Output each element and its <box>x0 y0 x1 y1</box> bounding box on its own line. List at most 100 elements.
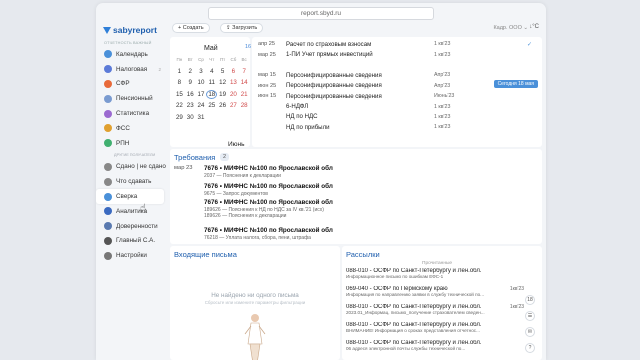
sidebar-item-items4[interactable]: Статистика <box>96 106 168 121</box>
calendar-month: Май <box>204 45 218 52</box>
sidebar-item-items26[interactable]: Настройки <box>96 248 168 263</box>
sidebar-item-label: Главный С.А. <box>116 237 156 245</box>
sidebar-item-items24[interactable]: Доверенности <box>96 219 168 234</box>
sidebar-item-icon <box>104 139 112 148</box>
event-row[interactable]: июн 15 Персонифицированные сведения Июнь'2… <box>258 91 538 101</box>
calendar-badge: 16 <box>244 44 252 50</box>
calendar-day[interactable]: 5 <box>217 68 228 75</box>
app-logo[interactable]: sabyreport <box>103 25 157 35</box>
calendar-weekday: Пт <box>219 57 226 63</box>
calendar-day[interactable]: 16 <box>185 91 196 98</box>
notifications-button[interactable]: 18 <box>525 295 535 305</box>
calendar-day[interactable]: 30 <box>185 114 196 121</box>
event-row[interactable]: апр 25 Расчет по страховым взносам 1 кв'23 <box>258 39 538 49</box>
calendar-day[interactable]: 17 <box>196 91 207 98</box>
event-date: апр 25 <box>258 41 276 48</box>
calendar-day[interactable]: 19 <box>217 91 228 98</box>
company-select[interactable]: Кадр. ООО ⌄ <box>493 25 528 31</box>
mailings-panel: Рассылки Прочитанные 088-010 - ОСФР по С… <box>342 246 542 360</box>
event-row[interactable]: НД по прибыли 1 кв'23 <box>258 122 538 132</box>
requirements-count: 2 <box>220 153 230 161</box>
chat-icon[interactable]: ☰ <box>525 311 535 321</box>
sidebar-item-items23[interactable]: Аналитика <box>96 204 168 219</box>
mailing-item[interactable]: 088-010 - ОСФР по Санкт-Петербургу и Лен… <box>346 268 524 279</box>
calendar-day[interactable]: 20 <box>228 91 239 98</box>
calendar-day[interactable]: 26 <box>217 102 228 109</box>
event-row[interactable]: НД по НДС 1 кв'23 <box>258 112 538 122</box>
calendar-day[interactable]: 21 <box>239 91 250 98</box>
calendar-day[interactable]: 18 <box>206 89 218 99</box>
event-row[interactable]: мар 15 Персонифицированные сведения Апр'23 <box>258 70 538 80</box>
sidebar-item-items25[interactable]: Главный С.А. <box>96 234 168 249</box>
calendar-day[interactable]: 25 <box>206 102 217 109</box>
create-button[interactable]: + Создать <box>172 23 210 33</box>
event-row[interactable]: 6-НДФЛ 1 кв'23 <box>258 101 538 111</box>
sidebar-item-items20[interactable]: Сдано | не сдано <box>96 160 168 175</box>
messages-icon[interactable]: ✉ <box>525 327 535 337</box>
sidebar-item-items2[interactable]: СФР <box>96 77 168 92</box>
calendar-day[interactable]: 4 <box>206 68 217 75</box>
sidebar-item-items6[interactable]: РПН <box>96 136 168 151</box>
calendar-day[interactable]: 24 <box>196 102 207 109</box>
event-row[interactable] <box>258 60 538 70</box>
calendar-day[interactable]: 13 <box>228 79 239 86</box>
calendar-weekdays: Пн Вт Ср Чт Пт Сб Вс <box>174 54 250 66</box>
calendar-day[interactable]: 6 <box>228 68 239 75</box>
mailing-subtitle: Информация по направлению заявки в служб… <box>346 292 484 297</box>
calendar-day[interactable]: 3 <box>196 68 207 75</box>
calendar-day[interactable]: 29 <box>174 114 185 121</box>
upload-button[interactable]: ⇪ Загрузить <box>220 23 264 33</box>
calendar-week: 1234567 <box>174 66 250 78</box>
event-row[interactable]: мар 25 1-ПИ Учет прямых инвестиций 1 кв'23 <box>258 49 538 59</box>
calendar-day[interactable]: 23 <box>185 102 196 109</box>
sidebar-item-items5[interactable]: ФСС <box>96 121 168 136</box>
calendar-day[interactable]: 10 <box>196 79 207 86</box>
sidebar-item-icon <box>104 192 112 201</box>
sidebar-item-items0[interactable]: Календарь <box>96 47 168 62</box>
calendar-day[interactable]: 8 <box>174 79 185 86</box>
mailing-item[interactable]: 088-010 - ОСФР по Санкт-Петербургу и Лен… <box>346 322 524 333</box>
event-period: Апр'23 <box>434 82 451 89</box>
mailing-item[interactable]: 069-040 - ОСФР по Пермскому краю Информац… <box>346 286 524 297</box>
calendar-day[interactable]: 2 <box>185 68 196 75</box>
sidebar-item-label: СФР <box>116 80 130 88</box>
sidebar-item-items3[interactable]: Пенсионный <box>96 91 168 106</box>
requirements-title[interactable]: Требования <box>174 153 215 162</box>
calendar-day[interactable]: 31 <box>196 114 207 121</box>
sidebar-item-icon <box>104 94 112 103</box>
mailing-item[interactable]: 088-010 - ОСФР по Санкт-Петербургу и Лен… <box>346 304 524 315</box>
calendar-day[interactable]: 22 <box>174 102 185 109</box>
requirement-item[interactable]: 7676 • МИФНС №100 по Ярославской обл 1896… <box>174 199 536 223</box>
calendar-day[interactable]: 9 <box>185 79 196 86</box>
sidebar-item-label: Пенсионный <box>116 95 153 103</box>
sort-button[interactable]: ↓°C <box>529 24 539 30</box>
sidebar-item-items1[interactable]: Налоговая 2 <box>96 62 168 77</box>
requirement-subtitle: 76218 — Уплата налога, сбора, пени, штра… <box>204 235 311 241</box>
calendar-day[interactable]: 1 <box>174 68 185 75</box>
calendar-day[interactable]: 14 <box>239 79 250 86</box>
event-date: мар 15 <box>258 72 276 79</box>
empty-illustration <box>244 314 266 360</box>
requirement-title: 7676 • МИФНС №100 по Ярославской обл <box>204 165 333 172</box>
inbox-title[interactable]: Входящие письма <box>174 250 237 259</box>
requirement-title: 7676 • МИФНС №100 по Ярославской обл <box>204 199 333 206</box>
event-period: 1 кв'23 <box>434 113 451 120</box>
calendar-day[interactable]: 27 <box>228 102 239 109</box>
address-bar[interactable]: report.sbyd.ru <box>208 7 434 20</box>
sidebar-item-items22[interactable]: Сверка <box>96 189 164 204</box>
calendar-day[interactable]: 7 <box>239 68 250 75</box>
help-button[interactable]: ? <box>525 343 535 353</box>
requirement-date: мар 23 <box>174 165 193 171</box>
event-period: Июнь'23 <box>434 93 455 100</box>
mailing-item[interactable]: 088-010 - ОСФР по Санкт-Петербургу и Лен… <box>346 340 524 351</box>
calendar-day[interactable]: 11 <box>206 79 217 86</box>
calendar-day[interactable]: 15 <box>174 91 185 98</box>
calendar-day[interactable]: 12 <box>217 79 228 86</box>
sidebar-item-items21[interactable]: Что сдавать <box>96 174 168 189</box>
mailings-title[interactable]: Рассылки <box>346 250 380 259</box>
calendar-day[interactable]: 28 <box>239 102 250 109</box>
sidebar-item-label: РПН <box>116 139 130 147</box>
event-title: НД по НДС <box>286 113 318 121</box>
event-period: Апр'23 <box>434 72 451 79</box>
logo-text: sabyreport <box>113 25 157 35</box>
